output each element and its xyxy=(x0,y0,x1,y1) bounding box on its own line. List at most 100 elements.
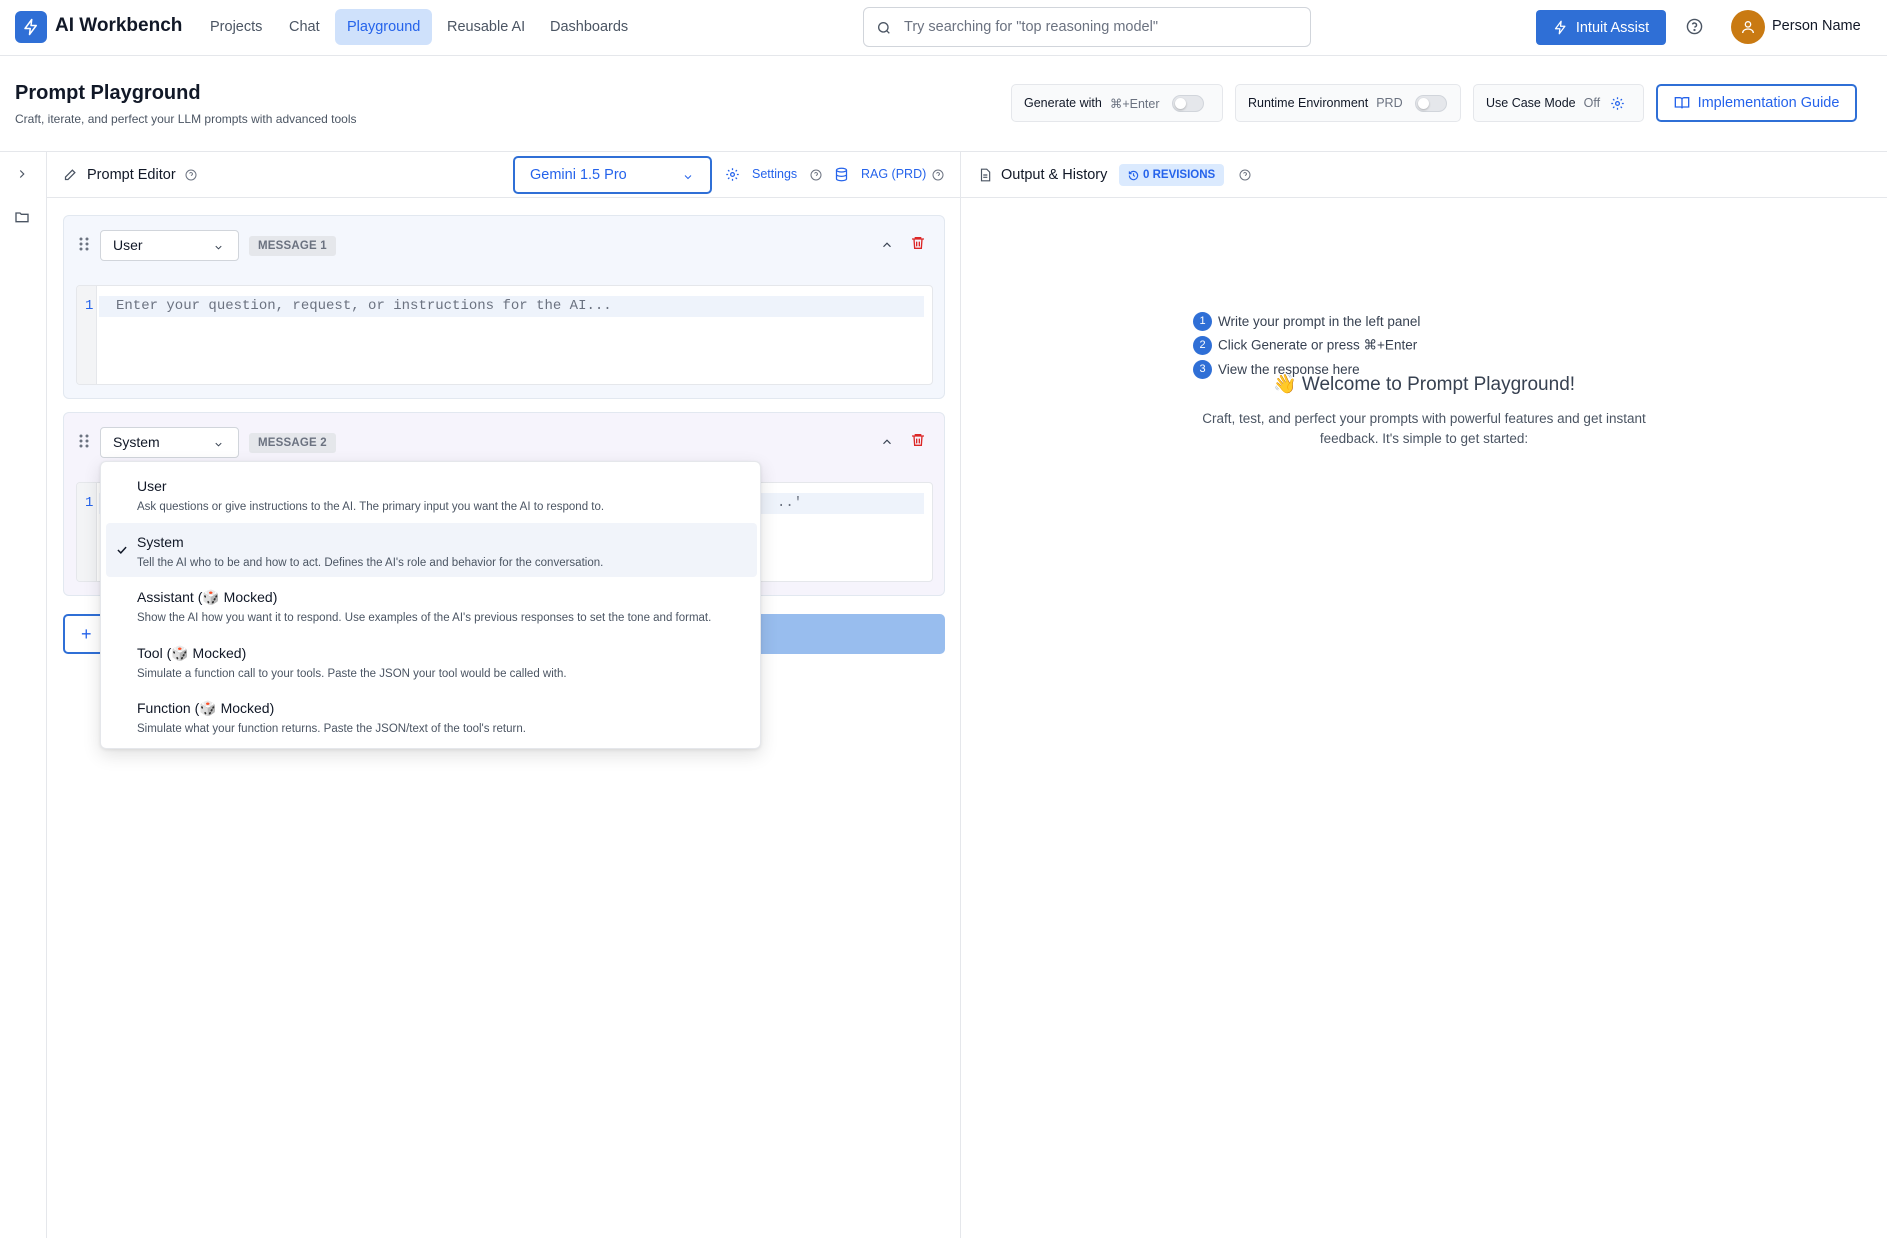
help-icon[interactable] xyxy=(810,169,822,181)
step-number: 2 xyxy=(1193,336,1212,355)
chevron-down-icon xyxy=(215,442,222,447)
role-option-user[interactable]: User Ask questions or give instructions … xyxy=(106,467,757,521)
role-option-name: System xyxy=(137,534,184,550)
history-icon xyxy=(1128,170,1139,181)
chevron-right-icon[interactable] xyxy=(15,167,29,181)
chevron-up-icon[interactable] xyxy=(880,435,894,449)
editor-placeholder-tail: ..' xyxy=(777,495,803,511)
user-name[interactable]: Person Name xyxy=(1772,18,1861,34)
generate-toggle-group: Generate with ⌘+Enter xyxy=(1011,84,1223,122)
drag-handle-icon[interactable] xyxy=(78,236,90,252)
pencil-icon xyxy=(64,169,76,181)
runtime-toggle[interactable] xyxy=(1414,94,1447,112)
search-input[interactable] xyxy=(904,8,1304,46)
chevron-up-icon[interactable] xyxy=(880,238,894,252)
nav-dashboards[interactable]: Dashboards xyxy=(538,9,640,45)
prompt-editor-title: Prompt Editor xyxy=(87,167,176,183)
step-item: 1 Write your prompt in the left panel xyxy=(1193,312,1420,331)
step-text: View the response here xyxy=(1218,362,1360,377)
role-option-name: Tool (🎲 Mocked) xyxy=(137,645,247,661)
model-select-value: Gemini 1.5 Pro xyxy=(530,167,627,183)
help-icon[interactable] xyxy=(185,169,197,181)
role-option-desc: Simulate a function call to your tools. … xyxy=(137,668,567,680)
trash-icon[interactable] xyxy=(910,432,926,448)
search-icon xyxy=(878,22,890,34)
editor-placeholder: Enter your question, request, or instruc… xyxy=(116,298,612,314)
database-icon xyxy=(835,167,848,182)
bolt-icon xyxy=(1554,20,1566,35)
implementation-guide-label: Implementation Guide xyxy=(1697,95,1840,111)
role-dropdown-menu: User Ask questions or give instructions … xyxy=(100,461,761,749)
step-text: Write your prompt in the left panel xyxy=(1218,314,1421,329)
step-number: 1 xyxy=(1193,312,1212,331)
book-icon xyxy=(1674,97,1689,109)
rag-button[interactable]: RAG (PRD) xyxy=(861,167,926,181)
usecase-label: Use Case Mode xyxy=(1486,96,1576,110)
runtime-value: PRD xyxy=(1376,96,1403,110)
role-option-function[interactable]: Function (🎲 Mocked) Simulate what your f… xyxy=(106,689,757,743)
step-text: Click Generate or press ⌘+Enter xyxy=(1218,337,1418,353)
nav-chat[interactable]: Chat xyxy=(277,9,332,45)
prompt-editor-header: Prompt Editor Gemini 1.5 Pro Settings RA… xyxy=(47,152,961,198)
step-number: 3 xyxy=(1193,360,1212,379)
role-option-desc: Show the AI how you want it to respond. … xyxy=(137,612,712,624)
avatar[interactable] xyxy=(1731,10,1765,44)
nav-playground[interactable]: Playground xyxy=(335,9,433,45)
prompt-editor-input[interactable]: 1 Enter your question, request, or instr… xyxy=(76,285,933,385)
chevron-down-icon xyxy=(215,245,222,250)
usecase-value: Off xyxy=(1583,96,1601,110)
search-box xyxy=(863,7,1311,47)
role-option-tool[interactable]: Tool (🎲 Mocked) Simulate a function call… xyxy=(106,634,757,688)
welcome-description: Craft, test, and perfect your prompts wi… xyxy=(1202,411,1646,446)
plus-icon: + xyxy=(81,624,92,644)
generate-label: Generate with xyxy=(1024,96,1102,110)
page-title: Prompt Playground xyxy=(15,82,201,104)
help-icon[interactable] xyxy=(1686,18,1703,35)
logo-icon[interactable] xyxy=(15,11,47,43)
check-icon xyxy=(117,546,127,554)
usecase-mode-group: Use Case Mode Off xyxy=(1473,84,1644,122)
gear-icon[interactable] xyxy=(725,167,740,182)
line-number: 1 xyxy=(85,495,94,511)
role-select[interactable]: User xyxy=(100,230,239,261)
step-item: 3 View the response here xyxy=(1193,360,1360,379)
chevron-down-icon xyxy=(684,175,692,180)
message-badge: MESSAGE 2 xyxy=(249,433,336,453)
folder-icon[interactable] xyxy=(14,209,30,225)
output-title: Output & History xyxy=(1001,167,1108,183)
runtime-toggle-group: Runtime Environment PRD xyxy=(1235,84,1461,122)
output-header: Output & History 0 REVISIONS xyxy=(961,152,1887,198)
output-pane: Output & History 0 REVISIONS 👋 Welcome t… xyxy=(961,152,1887,1238)
help-icon[interactable] xyxy=(1239,169,1251,181)
drag-handle-icon[interactable] xyxy=(78,433,90,449)
nav-reusable-ai[interactable]: Reusable AI xyxy=(435,9,537,45)
app-title[interactable]: AI Workbench xyxy=(55,15,182,37)
implementation-guide-button[interactable]: Implementation Guide xyxy=(1656,84,1857,122)
role-option-assistant[interactable]: Assistant (🎲 Mocked) Show the AI how you… xyxy=(106,578,757,632)
runtime-label: Runtime Environment xyxy=(1248,96,1369,110)
nav-projects[interactable]: Projects xyxy=(198,9,274,45)
role-option-name: Assistant (🎲 Mocked) xyxy=(137,589,278,605)
trash-icon[interactable] xyxy=(910,235,926,251)
role-option-desc: Ask questions or give instructions to th… xyxy=(137,501,605,513)
gear-icon[interactable] xyxy=(1610,96,1625,111)
role-option-system[interactable]: System Tell the AI who to be and how to … xyxy=(106,523,757,577)
user-icon xyxy=(1742,21,1754,34)
settings-button[interactable]: Settings xyxy=(752,167,797,181)
role-option-name: User xyxy=(137,478,167,494)
role-select-value: User xyxy=(113,237,143,253)
help-icon[interactable] xyxy=(932,169,944,181)
revisions-badge[interactable]: 0 REVISIONS xyxy=(1119,164,1225,186)
page-subtitle: Craft, iterate, and perfect your LLM pro… xyxy=(15,112,357,126)
intuit-assist-button[interactable]: Intuit Assist xyxy=(1536,10,1666,45)
generate-toggle[interactable] xyxy=(1171,94,1204,112)
left-rail xyxy=(0,152,47,1238)
line-number: 1 xyxy=(85,298,94,314)
document-icon xyxy=(980,168,991,182)
role-option-desc: Simulate what your function returns. Pas… xyxy=(137,723,526,735)
role-option-name: Function (🎲 Mocked) xyxy=(137,700,275,716)
model-select[interactable]: Gemini 1.5 Pro xyxy=(513,156,712,194)
message-card: User MESSAGE 1 1 Enter your question, re… xyxy=(63,215,945,399)
role-option-desc: Tell the AI who to be and how to act. De… xyxy=(137,557,604,569)
role-select[interactable]: System xyxy=(100,427,239,458)
